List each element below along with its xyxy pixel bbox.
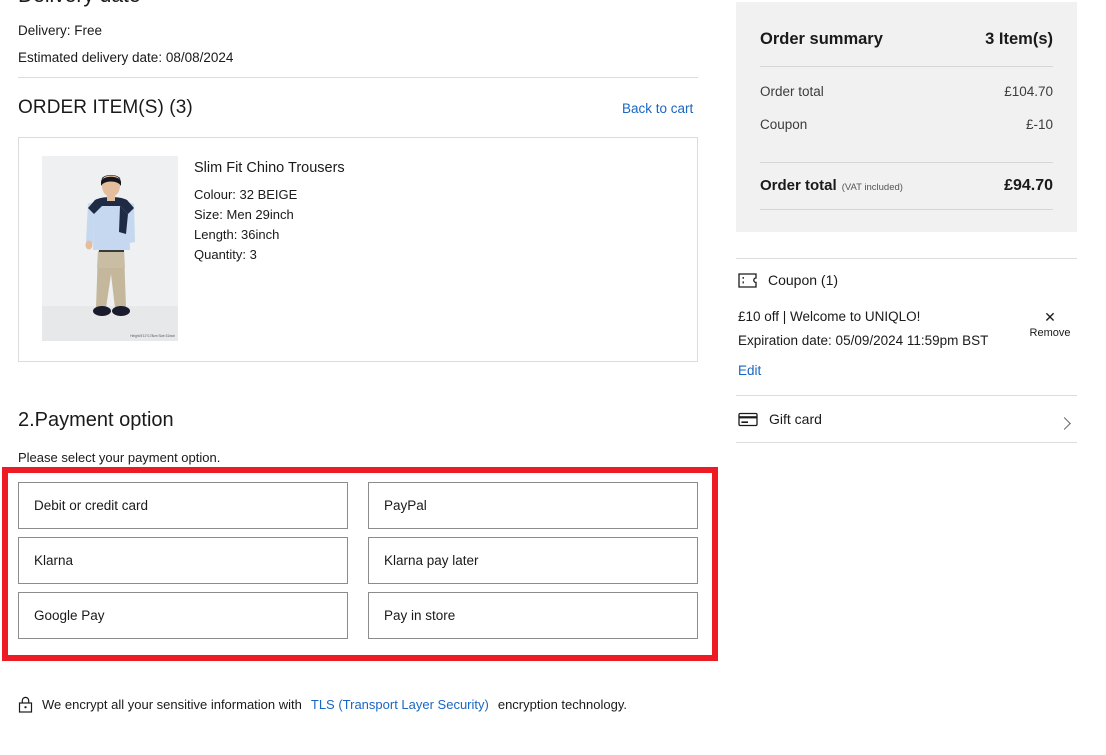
coupon-details: £10 off | Welcome to UNIQLO! Expiration … [738, 305, 996, 353]
payment-option-klarna[interactable]: Klarna [18, 537, 348, 584]
order-summary-panel: Order summary 3 Item(s) Order total £104… [736, 2, 1077, 232]
order-item-details: Slim Fit Chino Trousers Colour: 32 BEIGE… [194, 160, 664, 265]
summary-row-value: £104.70 [1004, 84, 1053, 99]
security-notice-text-after: encryption technology. [498, 697, 627, 712]
coupon-remove-button[interactable]: ✕ Remove [1024, 310, 1076, 339]
coupon-description: £10 off | Welcome to UNIQLO! [738, 305, 996, 329]
divider [18, 77, 698, 78]
payment-option-label: Klarna [34, 553, 73, 568]
payment-option-google-pay[interactable]: Google Pay [18, 592, 348, 639]
coupon-expiration: Expiration date: 05/09/2024 11:59pm BST [738, 329, 996, 353]
product-title: Slim Fit Chino Trousers [194, 160, 664, 176]
coupon-remove-label: Remove [1024, 327, 1076, 339]
payment-option-heading: 2.Payment option [18, 409, 174, 432]
product-size: Size: Men 29inch [194, 205, 664, 225]
security-notice: We encrypt all your sensitive informatio… [18, 696, 627, 713]
product-length: Length: 36inch [194, 225, 664, 245]
payment-option-label: Pay in store [384, 608, 455, 623]
payment-options-grid: Debit or credit card PayPal Klarna Klarn… [18, 482, 698, 639]
payment-option-pay-in-store[interactable]: Pay in store [368, 592, 698, 639]
payment-option-debit-or-credit-card[interactable]: Debit or credit card [18, 482, 348, 529]
coupon-edit-link[interactable]: Edit [738, 363, 761, 378]
coupon-label: Coupon (1) [768, 272, 838, 288]
divider [736, 258, 1077, 259]
security-notice-text-before: We encrypt all your sensitive informatio… [42, 697, 302, 712]
summary-row-coupon: Coupon £-10 [760, 117, 1053, 132]
product-image-size-note: Height:5'11"/178cm Size:31inch [130, 334, 175, 338]
summary-row-label: Order total [760, 84, 824, 99]
grand-total-value: £94.70 [1004, 177, 1053, 195]
product-quantity: Quantity: 3 [194, 245, 664, 265]
grand-total-label: Order total [760, 177, 837, 194]
summary-row-order-total: Order total £104.70 [760, 84, 1053, 99]
summary-row-value: £-10 [1026, 117, 1053, 132]
summary-grand-total: Order total (VAT included) £94.70 [760, 177, 1053, 195]
order-summary-header: Order summary 3 Item(s) [760, 30, 1053, 49]
ticket-icon [738, 273, 757, 288]
coupon-header-row[interactable]: Coupon (1) [738, 272, 838, 288]
order-summary-item-count: 3 Item(s) [985, 30, 1053, 49]
delivery-date-heading: Delivery date [18, 0, 141, 8]
chevron-right-icon [1058, 417, 1071, 430]
payment-option-klarna-pay-later[interactable]: Klarna pay later [368, 537, 698, 584]
divider [760, 66, 1053, 67]
divider [760, 209, 1053, 210]
order-items-heading: ORDER ITEM(S) (3) [18, 97, 193, 119]
payment-option-label: Google Pay [34, 608, 105, 623]
delivery-cost-label: Delivery: Free [18, 23, 102, 38]
lock-icon [18, 696, 33, 713]
divider [736, 442, 1077, 443]
divider [736, 395, 1077, 396]
gift-card-label: Gift card [769, 411, 822, 427]
summary-row-label: Coupon [760, 117, 807, 132]
order-summary-title: Order summary [760, 30, 883, 49]
gift-card-row[interactable]: Gift card [738, 406, 1077, 432]
checkout-main-column: Delivery date Delivery: Free Estimated d… [0, 0, 720, 755]
checkout-page: Delivery date Delivery: Free Estimated d… [0, 0, 1106, 755]
payment-option-subheading: Please select your payment option. [18, 450, 220, 465]
product-colour: Colour: 32 BEIGE [194, 185, 664, 205]
order-item-card: Height:5'11"/178cm Size:31inch Slim Fit … [18, 137, 698, 362]
close-icon: ✕ [1024, 310, 1076, 325]
tls-link[interactable]: TLS (Transport Layer Security) [311, 697, 489, 712]
grand-total-vat-note: (VAT included) [842, 182, 903, 193]
payment-option-label: PayPal [384, 498, 427, 513]
payment-option-label: Klarna pay later [384, 553, 479, 568]
credit-card-icon [738, 412, 758, 427]
payment-option-paypal[interactable]: PayPal [368, 482, 698, 529]
estimated-delivery-date-label: Estimated delivery date: 08/08/2024 [18, 50, 233, 65]
product-image: Height:5'11"/178cm Size:31inch [42, 156, 178, 341]
payment-option-label: Debit or credit card [34, 498, 148, 513]
back-to-cart-link[interactable]: Back to cart [622, 101, 693, 116]
divider [760, 162, 1053, 163]
